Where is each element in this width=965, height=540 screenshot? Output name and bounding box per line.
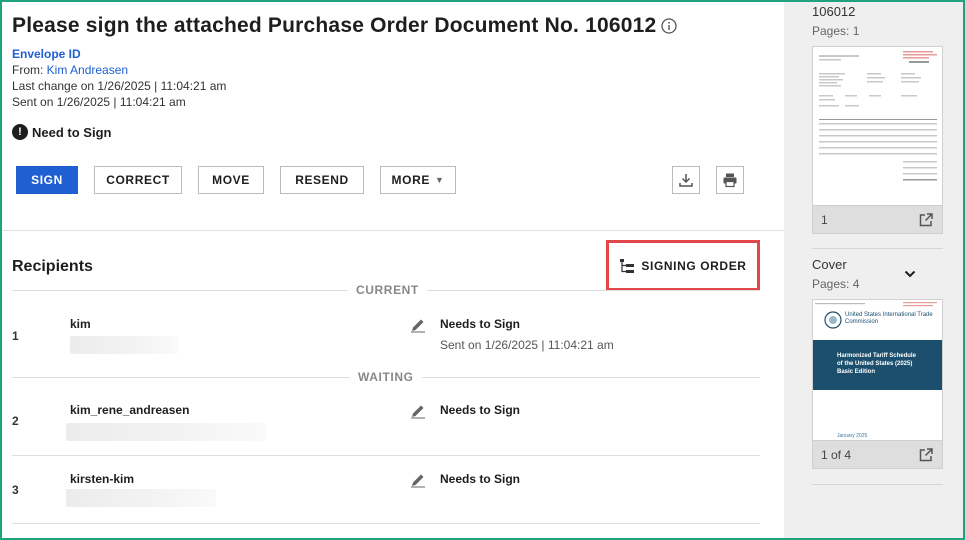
- doc1-pages: Pages: 1: [812, 24, 860, 38]
- doc1-thumbnail-footer: 1: [812, 206, 943, 234]
- section-divider: [2, 230, 784, 231]
- status-text: Need to Sign: [32, 124, 112, 140]
- doc1-page-label: 1: [821, 212, 828, 227]
- move-button[interactable]: MOVE: [198, 166, 264, 194]
- from-line: From: Kim Andreasen: [12, 62, 226, 78]
- status-badge: ! Need to Sign: [12, 124, 111, 140]
- recipient-1-number: 1: [12, 329, 19, 343]
- resend-button[interactable]: RESEND: [280, 166, 364, 194]
- sent-on: Sent on 1/26/2025 | 11:04:21 am: [12, 95, 186, 109]
- doc1-title: 106012: [812, 4, 856, 19]
- sender-link[interactable]: Kim Andreasen: [47, 63, 128, 77]
- page-title: Please sign the attached Purchase Order …: [12, 14, 657, 37]
- recipient-1-name: kim: [70, 317, 91, 331]
- more-button[interactable]: MORE ▼: [380, 166, 456, 194]
- sidebar-separator: [812, 248, 943, 249]
- doc2-page-label: 1 of 4: [821, 447, 852, 462]
- print-icon: [723, 173, 737, 188]
- correct-button[interactable]: CORRECT: [94, 166, 182, 194]
- signing-order-label: SIGNING ORDER: [641, 258, 747, 273]
- info-icon[interactable]: [661, 18, 678, 34]
- edit-pencil-icon[interactable]: [410, 472, 426, 488]
- edit-pencil-icon[interactable]: [410, 317, 426, 333]
- sidebar-separator: [812, 484, 943, 485]
- more-label: MORE: [391, 173, 430, 187]
- recipient-3-number: 3: [12, 483, 19, 497]
- doc2-title: Cover: [812, 257, 847, 272]
- chevron-down-icon[interactable]: [904, 268, 916, 282]
- recipient-3-email-redacted: [66, 489, 216, 507]
- download-button[interactable]: [672, 166, 700, 194]
- last-change: Last change on 1/26/2025 | 11:04:21 am: [12, 79, 227, 93]
- edit-pencil-icon[interactable]: [410, 403, 426, 419]
- signing-order-button[interactable]: SIGNING ORDER: [606, 240, 760, 291]
- recipient-2-number: 2: [12, 414, 19, 428]
- doc2-pages: Pages: 4: [812, 277, 860, 291]
- recipient-2-email-redacted: [66, 423, 266, 441]
- row-separator: [12, 455, 760, 456]
- signing-order-icon: [620, 258, 635, 273]
- documents-sidebar: 106012 Pages: 1 1 Cover Pages: 4 United …: [784, 2, 963, 538]
- caret-down-icon: ▼: [434, 175, 445, 185]
- document-preview-image: [813, 47, 942, 205]
- row-separator: [12, 523, 760, 524]
- recipient-1-sent: Sent on 1/26/2025 | 11:04:21 am: [440, 338, 614, 352]
- action-toolbar: SIGN CORRECT MOVE RESEND MORE ▼: [16, 166, 472, 194]
- title-row: Please sign the attached Purchase Order …: [12, 14, 678, 38]
- waiting-label: WAITING: [350, 370, 422, 384]
- recipient-3-status: Needs to Sign: [440, 472, 521, 486]
- alert-icon: !: [12, 124, 28, 140]
- recipient-1-email-redacted: [70, 336, 178, 354]
- print-button[interactable]: [716, 166, 744, 194]
- recipients-heading: Recipients: [12, 258, 93, 275]
- cover-heading: Harmonized Tariff Schedule of the United…: [837, 353, 916, 375]
- doc2-thumbnail-footer: 1 of 4: [812, 441, 943, 469]
- from-label: From:: [12, 63, 47, 77]
- sign-button[interactable]: SIGN: [16, 166, 78, 194]
- recipient-2-status: Needs to Sign: [440, 403, 521, 417]
- doc1-thumbnail[interactable]: [812, 46, 943, 206]
- current-label: CURRENT: [348, 283, 427, 297]
- cover-org: United States International Trade Commis…: [845, 312, 933, 325]
- cover-date: January 2025: [837, 433, 868, 439]
- recipient-2-name: kim_rene_andreasen: [70, 403, 190, 417]
- recipient-3-name: kirsten-kim: [70, 472, 135, 486]
- open-external-icon[interactable]: [918, 212, 934, 228]
- envelope-id-link[interactable]: Envelope ID: [12, 46, 226, 62]
- envelope-meta: Envelope ID From: Kim Andreasen Last cha…: [12, 46, 226, 110]
- doc2-thumbnail[interactable]: United States International Trade Commis…: [812, 299, 943, 441]
- envelope-details-panel: Please sign the attached Purchase Order …: [2, 2, 784, 538]
- open-external-icon[interactable]: [918, 447, 934, 463]
- download-icon: [679, 174, 693, 187]
- recipient-1-status: Needs to Sign: [440, 317, 521, 331]
